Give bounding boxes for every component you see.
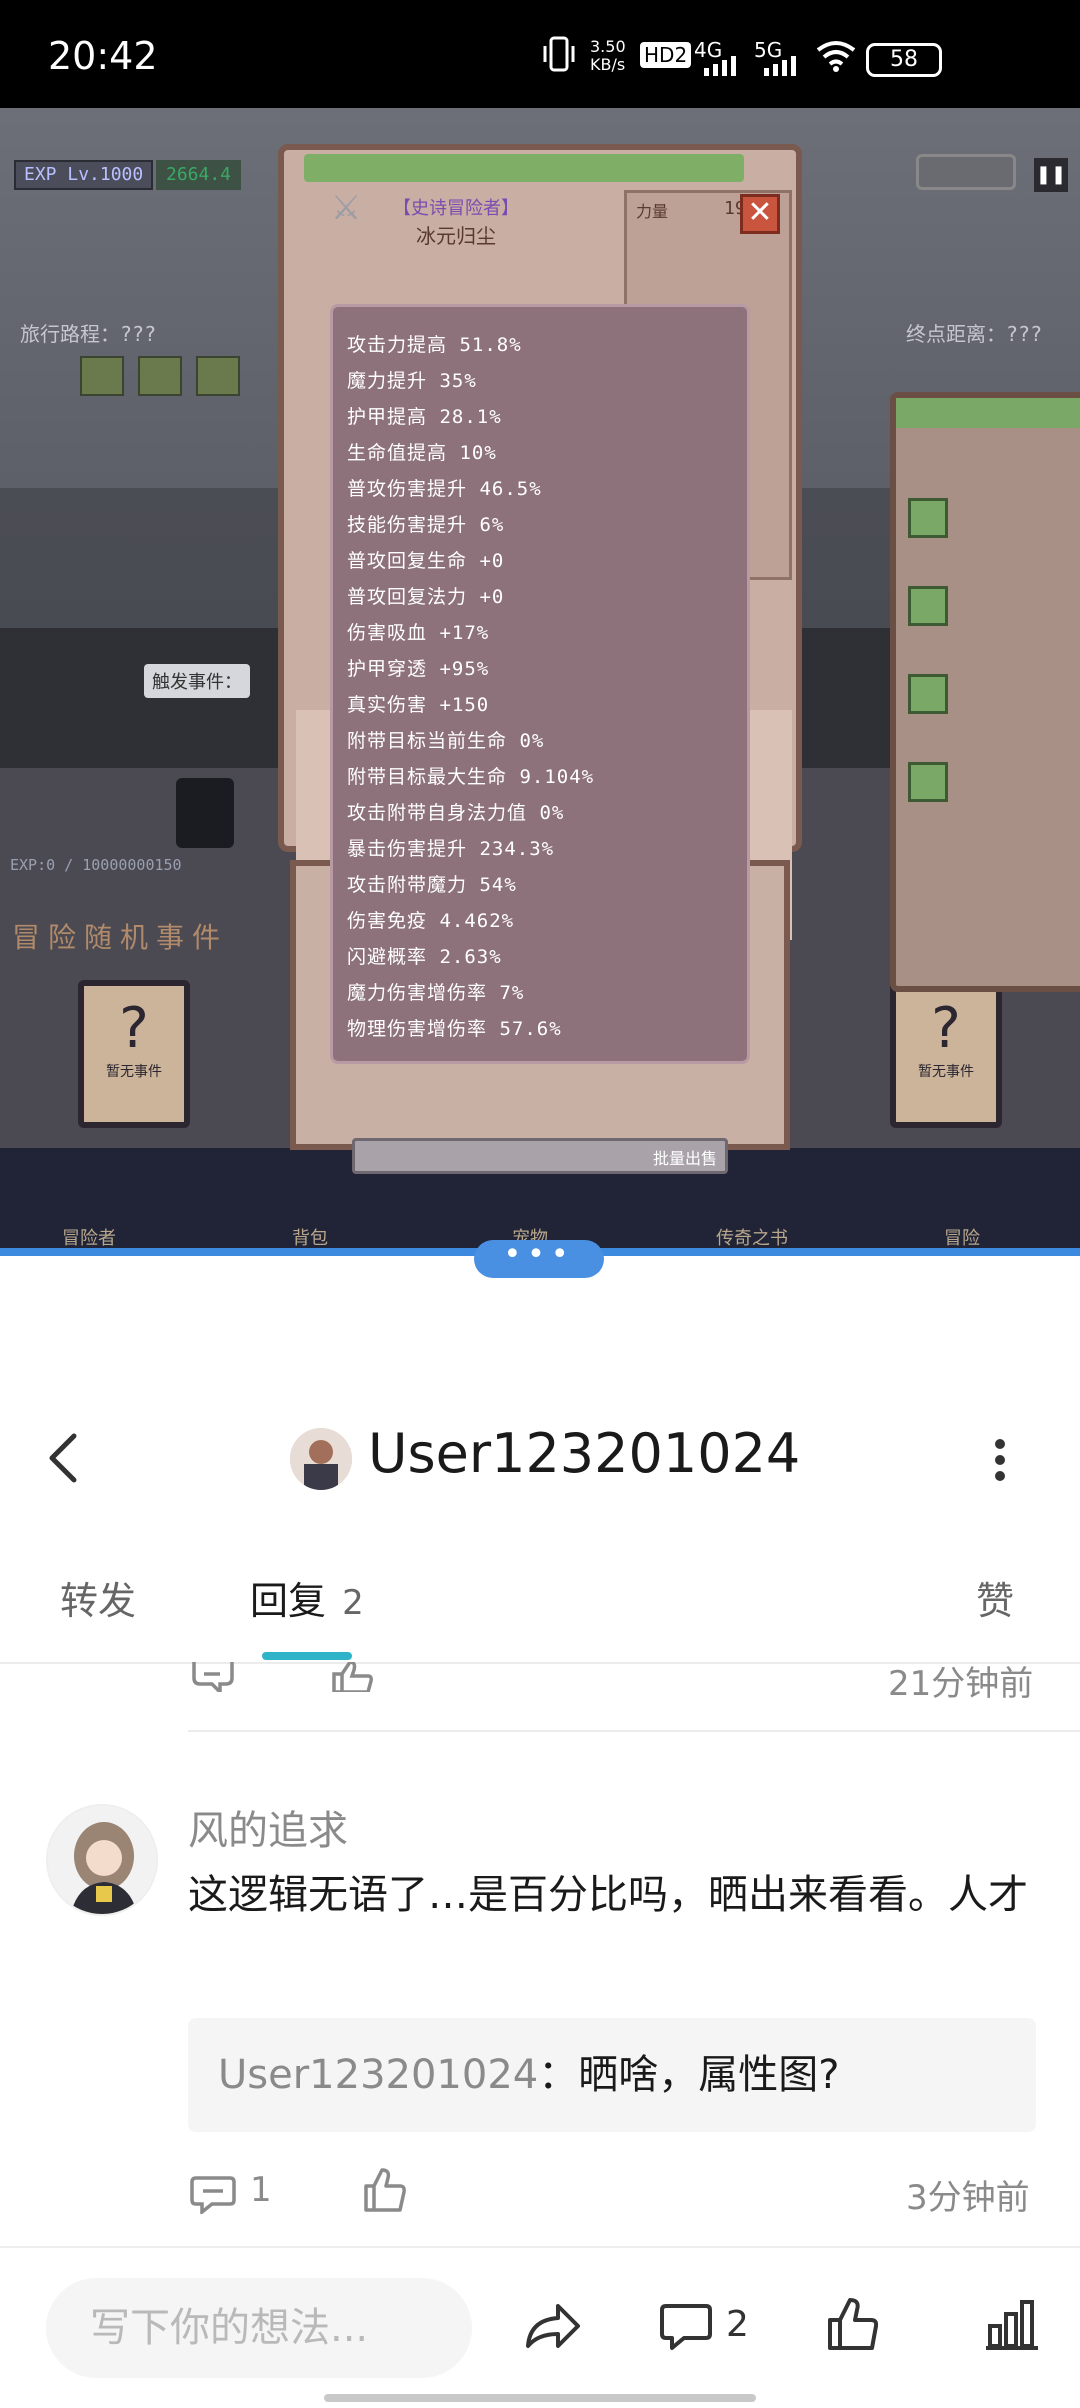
more-icon[interactable] [990, 1436, 1010, 1488]
stat-row: 魔力伤害增伤率 7% [347, 982, 525, 1004]
status-time: 20:42 [48, 34, 158, 78]
avatar[interactable] [46, 1804, 158, 1916]
stat-row: 附带目标最大生命 9.104% [347, 766, 595, 788]
comment-input[interactable]: 写下你的想法... [46, 2278, 472, 2378]
image-drag-handle[interactable]: ••• [474, 1240, 604, 1278]
active-tab-indicator [262, 1652, 352, 1660]
tab-bar: 转发 回复 2 赞 [0, 1560, 1080, 1664]
travel-distance: 旅行路程：??? [20, 322, 157, 346]
game-menu-button [916, 154, 1016, 190]
stat-row: 魔力提升 35% [347, 370, 477, 392]
stat-row: 护甲提高 28.1% [347, 406, 502, 428]
like-icon[interactable] [330, 1660, 374, 1696]
timestamp: 21分钟前 [888, 1664, 1034, 1704]
home-indicator [324, 2394, 756, 2402]
like-icon[interactable] [826, 2298, 879, 2354]
pause-icon: ❚❚ [1034, 158, 1068, 192]
stat-row: 伤害免疫 4.462% [347, 910, 515, 932]
crossed-swords-icon: ⚔ [330, 188, 362, 228]
battery-indicator: 58 [866, 43, 942, 77]
stat-row: 技能伤害提升 6% [347, 514, 505, 536]
stat-row: 暴击伤害提升 234.3% [347, 838, 555, 860]
wifi-icon [816, 40, 856, 76]
game-screenshot: EXP Lv.1000 2664.4 1731498 ❚❚ 旅行路程：??? 终… [0, 108, 1080, 1256]
end-distance: 终点距离：??? [906, 322, 1043, 346]
divider [188, 1730, 1080, 1732]
page-title: User123201024 [368, 1422, 801, 1485]
green-currency: 2664.4 [156, 160, 242, 190]
skill-icon-3 [196, 356, 240, 396]
stat-row: 生命值提高 10% [347, 442, 497, 464]
comment-author[interactable]: 风的追求 [188, 1798, 348, 1856]
comment-count: 1 [250, 2170, 272, 2210]
comment-timestamp: 3分钟前 [906, 2178, 1030, 2218]
game-nav-adventurer: 冒险者 [62, 1228, 116, 1249]
event-card-left-label: 暂无事件 [106, 1064, 162, 1080]
game-nav-bag: 背包 [292, 1228, 328, 1249]
game-nav-legend-book: 传奇之书 [716, 1228, 788, 1249]
net-speed: 3.50 KB/s [590, 37, 626, 74]
player-sprite [176, 778, 234, 848]
comment-count: 2 [726, 2304, 749, 2345]
stat-row: 攻击附带魔力 54% [347, 874, 517, 896]
comment-icon[interactable] [190, 2174, 236, 2218]
game-nav-adventure: 冒险 [944, 1228, 980, 1249]
skill-icon-1 [80, 356, 124, 396]
inventory-tabs: 批量出售 [352, 1138, 728, 1174]
reply-preview[interactable]: User123201024：晒啥，属性图? [188, 2018, 1036, 2132]
hd-badge: HD2 [640, 42, 692, 68]
stat-row: 普攻回复生命 +0 [347, 550, 505, 572]
like-icon[interactable] [362, 2168, 406, 2216]
tab-reply-label: 回复 [250, 1579, 327, 1623]
reply-user[interactable]: User123201024 [218, 2052, 538, 2098]
stat-row: 攻击力提高 51.8% [347, 334, 522, 356]
stat-row: 伤害吸血 +17% [347, 622, 490, 644]
comment-icon[interactable] [660, 2302, 712, 2356]
exp-progress-text: EXP:0 / 10000000150 [10, 856, 182, 874]
comment-icon[interactable] [190, 1662, 234, 1697]
stat-row: 攻击附带自身法力值 0% [347, 802, 565, 824]
stat-row: 护甲穿透 +95% [347, 658, 490, 680]
thread-header: User123201024 [0, 1408, 1080, 1508]
tab-forward[interactable]: 转发 [60, 1570, 136, 1625]
reply-separator: ： [538, 2052, 579, 2098]
exp-level-badge: EXP Lv.1000 [14, 160, 154, 190]
stats-tooltip: 攻击力提高 51.8% 魔力提升 35% 护甲提高 28.1% 生命值提高 10… [330, 304, 750, 1064]
power-label: 力量 [636, 202, 669, 221]
tab-reply-count: 2 [342, 1583, 364, 1623]
exp-label: EXP [24, 164, 57, 185]
bulk-sell-button: 批量出售 [652, 1149, 717, 1168]
stat-row: 闪避概率 2.63% [347, 946, 502, 968]
event-card-right: ? 暂无事件 [890, 980, 1002, 1128]
tab-reply[interactable]: 回复 2 [250, 1570, 364, 1625]
stat-row: 普攻伤害提升 46.5% [347, 478, 542, 500]
vibrate-icon [542, 34, 576, 74]
signal-bars-icon-2 [764, 56, 804, 80]
random-event-title: 冒险随机事件 [12, 921, 229, 954]
avatar[interactable] [290, 1428, 352, 1490]
trigger-event-bubble: 触发事件： [144, 664, 250, 698]
event-card-left: ? 暂无事件 [78, 980, 190, 1128]
level-value: Lv.1000 [67, 164, 144, 185]
bottom-action-bar: 写下你的想法... 2 [0, 2246, 1080, 2408]
stat-row: 附带目标当前生命 0% [347, 730, 545, 752]
signal-bars-icon [704, 56, 744, 80]
close-icon: ✕ [740, 194, 780, 234]
comment-text: 这逻辑无语了…是百分比吗，晒出来看看。人才 [188, 1872, 1028, 1918]
stat-row: 普攻回复法力 +0 [347, 586, 505, 608]
back-icon[interactable] [44, 1430, 84, 1490]
event-card-right-label: 暂无事件 [918, 1064, 974, 1080]
stats-icon[interactable] [986, 2300, 1038, 2354]
reply-text: 晒啥，属性图? [578, 2052, 840, 2098]
side-panel [890, 392, 1080, 992]
status-bar: 20:42 3.50 KB/s HD2 4G 5G 58 [0, 0, 1080, 108]
tab-like[interactable]: 赞 [976, 1570, 1014, 1625]
stat-row: 真实伤害 +150 [347, 694, 490, 716]
skill-icon-2 [138, 356, 182, 396]
share-icon[interactable] [524, 2302, 582, 2356]
stat-row: 物理伤害增伤率 57.6% [347, 1018, 562, 1040]
